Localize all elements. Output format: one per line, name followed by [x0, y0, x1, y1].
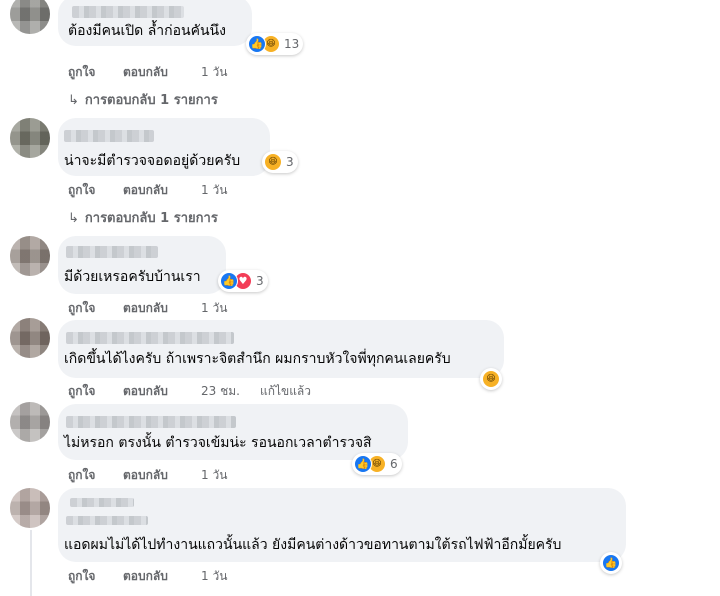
comment-text: เกิดขึ้นได้ไงครับ ถ้าเพราะจิตสำนึก ผมกรา…	[64, 351, 451, 367]
reply-button[interactable]: ตอบกลับ	[123, 382, 201, 401]
thumbs-up-icon: 👍	[248, 35, 266, 53]
comment-bubble: มีด้วยเหรอครับบ้านเรา	[58, 236, 226, 294]
comment-actions: ถูกใจ ตอบกลับ 1 วัน	[68, 299, 227, 318]
reply-arrow-icon: ↳	[68, 93, 79, 108]
avatar[interactable]	[10, 318, 50, 358]
comment-actions: ถูกใจ ตอบกลับ 23 ชม. แก้ไขแล้ว	[68, 382, 311, 401]
comment-timestamp[interactable]: 1 วัน	[201, 299, 227, 318]
like-button[interactable]: ถูกใจ	[68, 181, 123, 200]
reaction-count: 13	[284, 37, 300, 51]
comment-text: มีด้วยเหรอครับบ้านเรา	[64, 269, 201, 285]
blurred-author-name[interactable]	[70, 498, 134, 507]
thumbs-up-icon: 👍	[602, 554, 620, 572]
comment-text: น่าจะมีตำรวจจอดอยู่ด้วยครับ	[64, 153, 241, 169]
avatar[interactable]	[10, 488, 50, 528]
like-button[interactable]: ถูกใจ	[68, 466, 123, 485]
comment-actions: ถูกใจ ตอบกลับ 1 วัน	[68, 567, 227, 586]
comment-text: ต้องมีคนเปิด ล้ำก่อนคันนึง	[68, 23, 226, 39]
reply-button[interactable]: ตอบกลับ	[123, 63, 201, 82]
like-button[interactable]: ถูกใจ	[68, 567, 123, 586]
comment-bubble: น่าจะมีตำรวจจอดอยู่ด้วยครับ	[58, 118, 270, 176]
blurred-author-name[interactable]	[66, 246, 158, 258]
laughing-face-icon: 😆	[264, 153, 282, 171]
thread-line	[30, 530, 32, 596]
comment-actions: ถูกใจ ตอบกลับ 1 วัน	[68, 181, 227, 200]
laughing-face-icon: 😆	[482, 370, 500, 388]
comment-bubble: เกิดขึ้นได้ไงครับ ถ้าเพราะจิตสำนึก ผมกรา…	[58, 320, 504, 378]
reaction-summary[interactable]: 👍 ♥ 3	[218, 270, 268, 292]
comment-timestamp[interactable]: 1 วัน	[201, 466, 227, 485]
comment-timestamp[interactable]: 23 ชม.	[201, 382, 240, 401]
edited-label: แก้ไขแล้ว	[259, 384, 312, 398]
comment-bubble: แอดผมไม่ได้ไปทำงานแถวนั้นแล้ว ยังมีคนต่า…	[58, 488, 626, 562]
reaction-summary[interactable]: 😆 3	[262, 151, 298, 173]
avatar[interactable]	[10, 0, 50, 34]
comment-timestamp[interactable]: 1 วัน	[201, 567, 227, 586]
reply-arrow-icon: ↳	[68, 211, 79, 226]
reply-button[interactable]: ตอบกลับ	[123, 567, 201, 586]
reply-button[interactable]: ตอบกลับ	[123, 466, 201, 485]
reaction-summary[interactable]: 👍 😆 6	[352, 453, 402, 475]
reaction-count: 6	[390, 457, 398, 471]
like-button[interactable]: ถูกใจ	[68, 382, 123, 401]
blurred-author-subtitle	[66, 516, 148, 525]
comment-text: แอดผมไม่ได้ไปทำงานแถวนั้นแล้ว ยังมีคนต่า…	[64, 537, 562, 553]
blurred-author-name[interactable]	[64, 130, 154, 142]
avatar[interactable]	[10, 236, 50, 276]
like-button[interactable]: ถูกใจ	[68, 299, 123, 318]
blurred-author-name[interactable]	[66, 332, 234, 344]
thumbs-up-icon: 👍	[220, 272, 238, 290]
thumbs-up-icon: 👍	[354, 455, 372, 473]
view-replies-link[interactable]: ↳ การตอบกลับ 1 รายการ	[68, 89, 218, 110]
reaction-summary[interactable]: 👍	[600, 552, 622, 574]
reply-button[interactable]: ตอบกลับ	[123, 181, 201, 200]
reaction-count: 3	[256, 274, 264, 288]
comment-bubble: ต้องมีคนเปิด ล้ำก่อนคันนึง	[58, 0, 252, 46]
blurred-author-name[interactable]	[66, 416, 236, 428]
comment-actions: ถูกใจ ตอบกลับ 1 วัน	[68, 466, 227, 485]
replies-label: การตอบกลับ 1 รายการ	[84, 211, 218, 226]
reply-button[interactable]: ตอบกลับ	[123, 299, 201, 318]
avatar[interactable]	[10, 118, 50, 158]
replies-label: การตอบกลับ 1 รายการ	[84, 93, 218, 108]
blurred-author-name[interactable]	[72, 6, 184, 18]
comment-timestamp[interactable]: 1 วัน	[201, 63, 227, 82]
view-replies-link[interactable]: ↳ การตอบกลับ 1 รายการ	[68, 207, 218, 228]
reaction-summary[interactable]: 😆	[480, 368, 502, 390]
comment-text: ไม่หรอก ตรงนั้น ตำรวจเข้มน่ะ รอนอกเวลาตำ…	[64, 435, 372, 451]
comment-actions: ถูกใจ ตอบกลับ 1 วัน	[68, 63, 227, 82]
reaction-summary[interactable]: 👍 😆 13	[246, 33, 304, 55]
avatar[interactable]	[10, 402, 50, 442]
reaction-count: 3	[286, 155, 294, 169]
comment-bubble: ไม่หรอก ตรงนั้น ตำรวจเข้มน่ะ รอนอกเวลาตำ…	[58, 404, 408, 460]
like-button[interactable]: ถูกใจ	[68, 63, 123, 82]
comment-timestamp[interactable]: 1 วัน	[201, 181, 227, 200]
